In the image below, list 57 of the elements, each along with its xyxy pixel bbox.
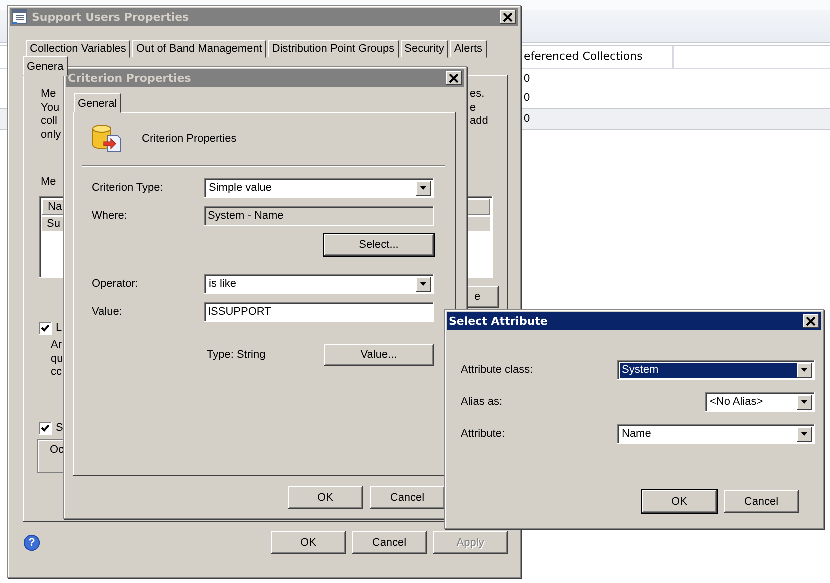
field-label: Where: [92, 210, 128, 222]
tab[interactable]: Genera [23, 56, 68, 76]
members-label: Me [41, 176, 56, 188]
dialog-button[interactable]: OK [271, 531, 346, 554]
dialog-button[interactable]: OK [288, 486, 363, 509]
attribute-dropdown[interactable]: <No Alias> [705, 392, 815, 412]
option-text: qu [51, 352, 64, 366]
field-label: Operator: [92, 278, 140, 290]
dialog-button[interactable]: Cancel [352, 531, 427, 554]
option-text: cc [51, 366, 63, 380]
dialog-button[interactable]: Cancel [724, 490, 799, 513]
description-text: You [41, 102, 61, 115]
window-title: Support Users Properties [32, 10, 190, 24]
description-text: only [41, 128, 62, 142]
description-text: coll [41, 115, 59, 128]
checkbox-label: S [56, 422, 64, 435]
tab[interactable]: Out of Band Management [132, 40, 266, 58]
table-cell: 0 [524, 113, 530, 126]
value-button[interactable]: Value... [324, 344, 434, 366]
close-button[interactable] [446, 71, 462, 85]
checkbox-label: L [56, 322, 64, 335]
window-icon [12, 9, 28, 25]
criterion-type-dropdown[interactable]: Simple value [204, 178, 434, 198]
tab[interactable]: Distribution Point Groups [268, 40, 399, 58]
field-label: Criterion Type: [92, 182, 164, 194]
field-label: Value: [92, 306, 124, 318]
tab[interactable]: Security [400, 40, 448, 58]
description-text: e [470, 102, 478, 115]
checkbox[interactable] [39, 322, 52, 335]
value-field[interactable]: ISSUPPORT [204, 302, 434, 322]
window-title: Criterion Properties [68, 72, 192, 84]
window-title: Select Attribute [449, 314, 549, 328]
field-label: Attribute class: [461, 364, 534, 376]
database-arrow-icon [92, 125, 122, 153]
tab[interactable]: Alerts [450, 40, 487, 58]
description-text: add [470, 115, 488, 128]
operator-dropdown[interactable]: is like [204, 274, 434, 294]
attribute-dropdown[interactable]: Name [617, 424, 815, 444]
checkbox[interactable] [39, 422, 52, 435]
dialog-button[interactable]: Cancel [370, 486, 445, 509]
close-button[interactable] [500, 10, 516, 24]
close-button[interactable] [803, 314, 819, 328]
field-label: Attribute: [461, 428, 506, 440]
option-text: Oc [50, 444, 66, 458]
description-text: Me [41, 88, 58, 102]
dialog-heading: Criterion Properties [142, 133, 237, 145]
help-button[interactable]: ? [24, 534, 40, 550]
field-label: Alias as: [461, 396, 504, 408]
select-button[interactable]: Select... [324, 234, 434, 256]
type-label: Type: String [207, 349, 266, 361]
where-field[interactable]: System - Name [204, 206, 434, 226]
option-text: Ar [51, 339, 63, 352]
tab[interactable]: General [74, 93, 122, 113]
attribute-dropdown[interactable]: System [617, 360, 815, 380]
dialog-button[interactable]: OK [642, 490, 717, 513]
description-text: es. [470, 88, 486, 102]
column-header[interactable]: eferenced Collections [524, 46, 674, 68]
